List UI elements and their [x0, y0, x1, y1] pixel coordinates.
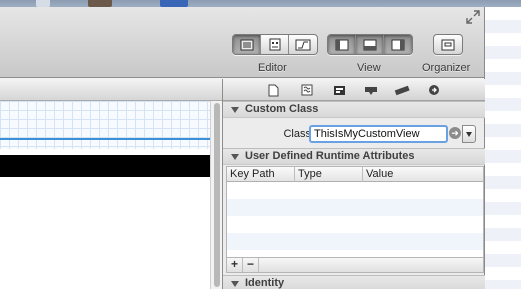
identity-header[interactable]: Identity [223, 275, 485, 289]
custom-class-title: Custom Class [245, 103, 319, 115]
assistant-editor-icon [269, 38, 280, 51]
utilities-toggle-button[interactable] [384, 35, 412, 54]
desktop-thumbnail [36, 0, 50, 7]
runtime-attributes-table[interactable]: Key Path Type Value [226, 166, 484, 258]
view-segmented-control [327, 34, 413, 55]
file-inspector-tab[interactable] [265, 82, 281, 98]
attributes-slider-icon [365, 87, 377, 95]
organizer-control [433, 34, 463, 55]
right-panel-icon [391, 39, 405, 50]
desktop-background [0, 0, 521, 7]
scrollbar-thumb[interactable] [214, 103, 220, 287]
canvas-scrollbar[interactable] [210, 101, 222, 289]
file-icon [268, 84, 278, 96]
standard-editor-icon [240, 39, 253, 50]
disclosure-triangle-icon [231, 154, 239, 160]
ruler-icon [394, 85, 410, 96]
view-bar[interactable] [0, 155, 210, 177]
utilities-inspector: Custom Class Class ThisIsMyCustomView ➜ … [222, 79, 485, 289]
connections-inspector-tab[interactable] [426, 82, 442, 98]
editor-segmented-control [232, 34, 318, 55]
table-row[interactable] [227, 216, 483, 233]
runtime-attributes-header[interactable]: User Defined Runtime Attributes [223, 148, 485, 165]
size-inspector-tab[interactable] [394, 82, 410, 98]
organizer-label: Organizer [422, 62, 471, 74]
table-footer: + − [226, 258, 484, 273]
standard-editor-button[interactable] [233, 35, 261, 54]
add-attribute-button[interactable]: + [227, 258, 243, 272]
disclosure-triangle-icon [231, 281, 239, 287]
canvas-jump-bar [0, 79, 222, 101]
navigator-toggle-button[interactable] [328, 35, 356, 54]
inspector-tab-bar [223, 79, 485, 101]
runtime-attributes-title: User Defined Runtime Attributes [245, 150, 415, 162]
go-to-class-icon[interactable]: ➜ [449, 127, 461, 139]
editor-label: Editor [258, 62, 287, 74]
bottom-panel-icon [363, 39, 376, 50]
table-row[interactable] [227, 233, 483, 250]
table-row[interactable] [227, 182, 483, 199]
table-header: Key Path Type Value [227, 167, 483, 182]
organizer-button[interactable] [434, 35, 462, 54]
organizer-icon [441, 39, 455, 50]
desktop-thumbnail [160, 0, 188, 7]
class-dropdown-button[interactable] [462, 125, 476, 143]
class-input[interactable]: ThisIsMyCustomView [309, 125, 448, 143]
window-toolbar: Editor View Organizer [0, 7, 484, 78]
view-label: View [357, 62, 381, 74]
fullscreen-icon[interactable] [466, 10, 480, 24]
identity-card-icon [333, 85, 345, 95]
version-editor-icon [295, 39, 311, 50]
class-label: Class [283, 128, 311, 140]
assistant-editor-button[interactable] [261, 35, 289, 54]
interface-builder-canvas[interactable] [0, 101, 210, 289]
identity-inspector-tab[interactable] [331, 82, 347, 98]
disclosure-triangle-icon [231, 107, 239, 113]
selection-guide [0, 138, 210, 140]
attributes-inspector-tab[interactable] [363, 82, 379, 98]
quick-help-tab[interactable] [299, 82, 315, 98]
remove-attribute-button[interactable]: − [243, 258, 259, 272]
class-row: Class ThisIsMyCustomView ➜ [223, 122, 485, 147]
debug-area-toggle-button[interactable] [356, 35, 384, 54]
custom-class-header[interactable]: Custom Class [223, 101, 485, 118]
identity-title: Identity [245, 277, 285, 289]
quick-help-icon [301, 84, 313, 96]
column-header-type[interactable]: Type [295, 167, 363, 182]
layout-grid [0, 101, 210, 149]
chevron-down-icon [466, 132, 472, 137]
column-header-value[interactable]: Value [363, 167, 483, 182]
version-editor-button[interactable] [289, 35, 317, 54]
table-row[interactable] [227, 199, 483, 216]
column-header-key-path[interactable]: Key Path [227, 167, 295, 182]
connections-arrow-icon [429, 85, 439, 95]
desktop-thumbnail [88, 0, 112, 7]
left-panel-icon [335, 39, 348, 50]
background-window [484, 7, 521, 289]
